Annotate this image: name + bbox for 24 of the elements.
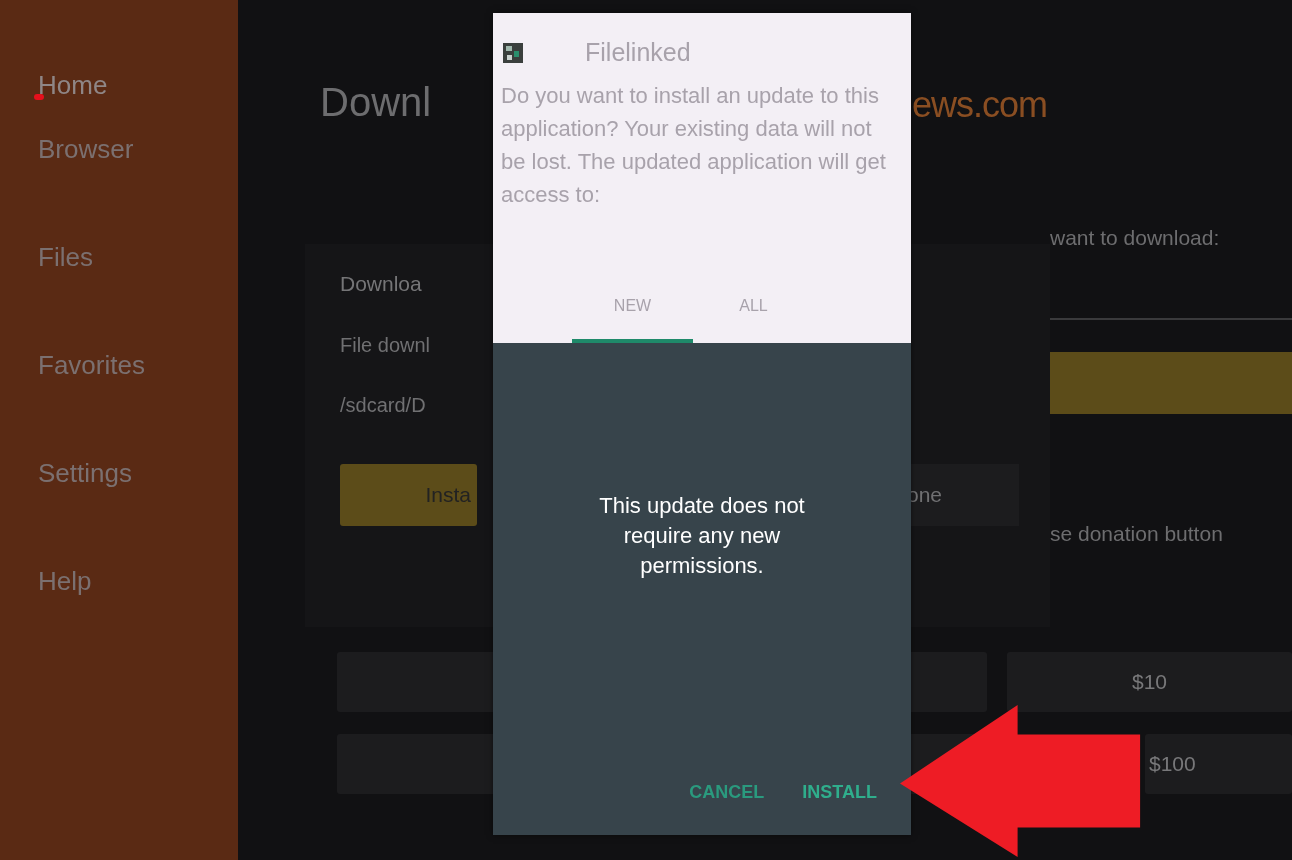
sidebar-item[interactable]: Files	[38, 242, 93, 274]
app-icon	[503, 42, 523, 63]
card-title: Downloa	[340, 272, 422, 297]
update-notice: This update does not require any new permissions.	[598, 492, 806, 580]
install-button[interactable]: Insta	[340, 464, 477, 526]
file-path: /sdcard/D	[340, 394, 426, 418]
site-name: ews.com	[912, 83, 1048, 127]
install-button[interactable]: INSTALL	[798, 778, 881, 807]
page-title: Downl	[320, 80, 432, 126]
donation-note: se donation button	[1050, 522, 1223, 546]
permission-tab[interactable]: ALL	[693, 291, 814, 343]
sidebar-item[interactable]: Help	[38, 566, 92, 598]
sidebar-item[interactable]: Browser	[38, 134, 134, 166]
donation-button[interactable]: $100	[1145, 734, 1292, 794]
sidebar-item[interactable]: Home	[38, 70, 108, 102]
cancel-button[interactable]: CANCEL	[685, 778, 769, 807]
app-name: Filelinked	[585, 38, 691, 67]
go-button[interactable]	[1050, 352, 1292, 414]
prompt-text: want to download:	[1050, 226, 1220, 251]
sidebar-item[interactable]: Favorites	[38, 350, 145, 382]
donation-button[interactable]: $10	[1007, 652, 1292, 712]
status-text: File downl	[340, 334, 431, 358]
dialog-message: Do you want to install an update to this application? Your existing data will not be lost. The updated application will get access to:	[500, 82, 887, 209]
sidebar-item[interactable]: Settings	[38, 458, 132, 490]
